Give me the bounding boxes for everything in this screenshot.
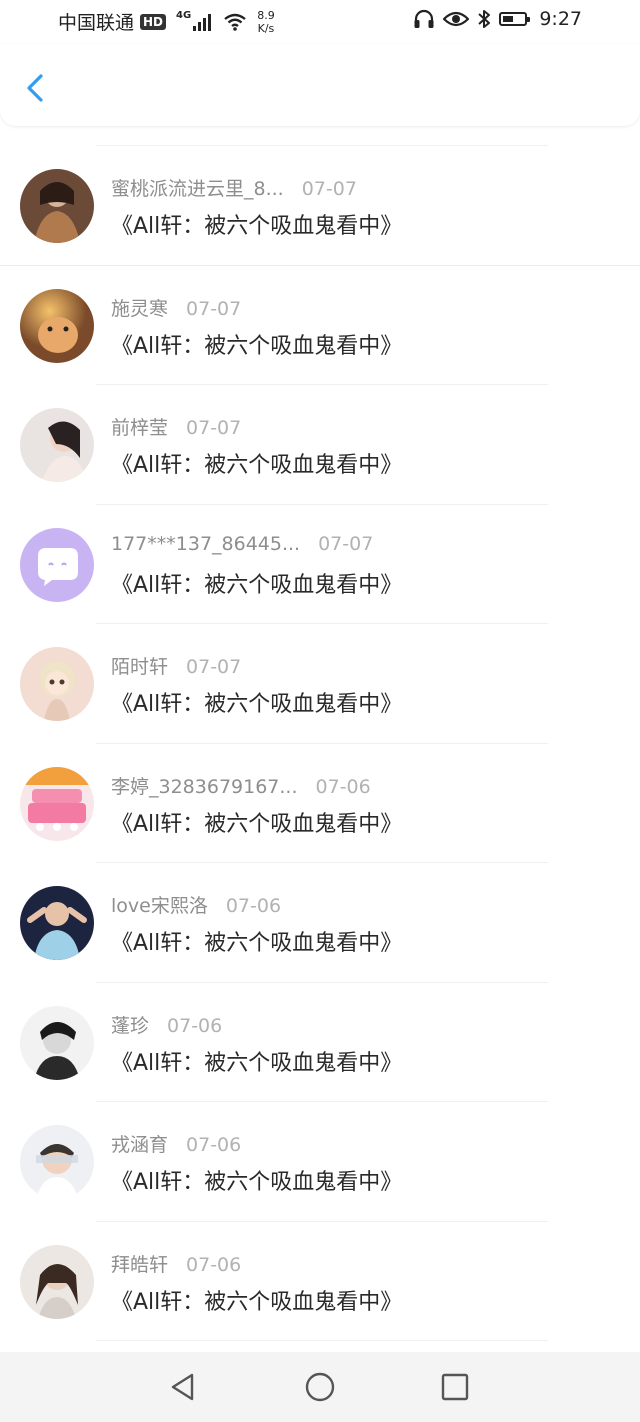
message-title: 《All轩：被六个吸血鬼看中》 [111,1170,403,1195]
message-title: 《All轩：被六个吸血鬼看中》 [111,1289,403,1315]
speed-unit: K/s [257,21,275,35]
message-date: 07-07 [186,297,242,320]
message-title: 《All轩：被六个吸血鬼看中》 [111,333,403,359]
nav-recents-button[interactable] [438,1370,472,1404]
item-meta: 拜皓轩 07-06 [111,1250,241,1277]
item-meta: 蜜桃派流进云里_8... 07-07 [111,174,357,201]
message-title: 《All轩：被六个吸血鬼看中》 [111,1050,403,1076]
headphones-icon [414,9,434,28]
sender-name: 蓬珍 [111,1014,150,1037]
sender-name: 前梓莹 [111,417,169,439]
item-meta: 戎涵育 07-06 [111,1130,241,1157]
top-header [0,44,640,126]
list-item[interactable]: love宋熙洛 07-06 《All轩：被六个吸血鬼看中》 [0,863,640,983]
sender-name: 蜜桃派流进云里_8... [111,178,284,200]
network-speed: 8.9 K/s [257,9,275,35]
list-item[interactable]: 177***137_86445... 07-07 《All轩：被六个吸血鬼看中》 [0,505,640,625]
list-item[interactable]: 拜皓轩 07-06 《All轩：被六个吸血鬼看中》 [0,1222,640,1342]
message-date: 07-06 [225,895,282,917]
system-nav-bar [0,1352,640,1422]
recents-square-icon [441,1373,469,1401]
message-date: 07-07 [186,656,242,678]
avatar[interactable] [20,1244,94,1319]
message-title: 《All轩：被六个吸血鬼看中》 [111,214,403,239]
home-circle-icon [305,1372,335,1402]
avatar[interactable] [20,408,94,482]
avatar[interactable] [20,1005,94,1080]
message-title: 《All轩：被六个吸血鬼看中》 [111,453,403,478]
sender-name: 戎涵育 [111,1134,169,1156]
list-item[interactable]: 戎涵育 07-06 《All轩：被六个吸血鬼看中》 [0,1102,640,1222]
avatar[interactable] [20,886,94,960]
list-item[interactable]: 施灵寒 07-07 《All轩：被六个吸血鬼看中》 [0,266,640,386]
bluetooth-icon [478,10,491,28]
wifi-icon [224,13,246,31]
status-right: 9:27 [413,8,582,30]
battery-level [503,16,514,22]
item-meta: 陌时轩 07-07 [111,652,241,679]
item-meta: 177***137_86445... 07-07 [111,533,373,555]
hd-badge: HD [140,13,167,30]
nav-home-button[interactable] [303,1370,337,1404]
battery-icon [499,12,531,26]
list-item[interactable]: 蜜桃派流进云里_8... 07-07 《All轩：被六个吸血鬼看中》 [0,146,640,266]
avatar[interactable] [20,527,94,602]
item-meta: love宋熙洛 07-06 [111,891,281,918]
back-button[interactable] [14,68,54,108]
status-time: 9:27 [539,8,582,30]
eye-icon [443,11,470,27]
item-meta: 李婷_3283679167... 07-06 [111,772,371,799]
sender-name: 拜皓轩 [111,1253,169,1276]
list-item[interactable]: 李婷_3283679167... 07-06 《All轩：被六个吸血鬼看中》 [0,744,640,864]
avatar[interactable] [20,169,94,243]
message-list: 蜜桃派流进云里_8... 07-07 《All轩：被六个吸血鬼看中》 施灵寒 0… [0,146,640,1341]
message-date: 07-06 [186,1253,242,1276]
message-date: 07-06 [167,1014,223,1037]
avatar[interactable] [20,288,94,363]
sender-name: 177***137_86445... [111,532,301,555]
message-date: 07-07 [186,417,242,439]
sender-name: 李婷_3283679167... [111,775,298,798]
list-item[interactable]: 陌时轩 07-07 《All轩：被六个吸血鬼看中》 [0,624,640,744]
nav-back-button[interactable] [166,1370,200,1404]
item-meta: 前梓莹 07-07 [111,413,241,440]
message-date: 07-06 [186,1134,242,1156]
avatar[interactable] [20,766,94,841]
sender-name: love宋熙洛 [111,895,208,917]
list-item[interactable]: 前梓莹 07-07 《All轩：被六个吸血鬼看中》 [0,385,640,505]
carrier-name: 中国联通 [58,12,135,34]
item-meta: 蓬珍 07-06 [111,1011,222,1038]
avatar[interactable] [20,1125,94,1199]
sender-name: 陌时轩 [111,656,169,678]
chevron-left-icon [27,74,43,102]
avatar[interactable] [20,647,94,721]
message-date: 07-06 [315,775,371,798]
status-bar: 中国联通 HD 4G 8.9 K/s 9:27 [0,0,640,44]
message-date: 07-07 [318,532,374,555]
message-title: 《All轩：被六个吸血鬼看中》 [111,931,403,956]
signal-icon [193,13,212,31]
message-date: 07-07 [301,178,357,200]
back-triangle-icon [171,1373,194,1401]
item-meta: 施灵寒 07-07 [111,294,241,321]
list-item[interactable]: 蓬珍 07-06 《All轩：被六个吸血鬼看中》 [0,983,640,1103]
network-type: 4G [176,10,192,21]
message-title: 《All轩：被六个吸血鬼看中》 [111,692,403,717]
message-title: 《All轩：被六个吸血鬼看中》 [111,572,403,598]
status-left: 中国联通 HD 4G 8.9 K/s [58,8,275,35]
speed-value: 8.9 [257,8,275,22]
message-title: 《All轩：被六个吸血鬼看中》 [111,811,403,837]
sender-name: 施灵寒 [111,297,169,320]
